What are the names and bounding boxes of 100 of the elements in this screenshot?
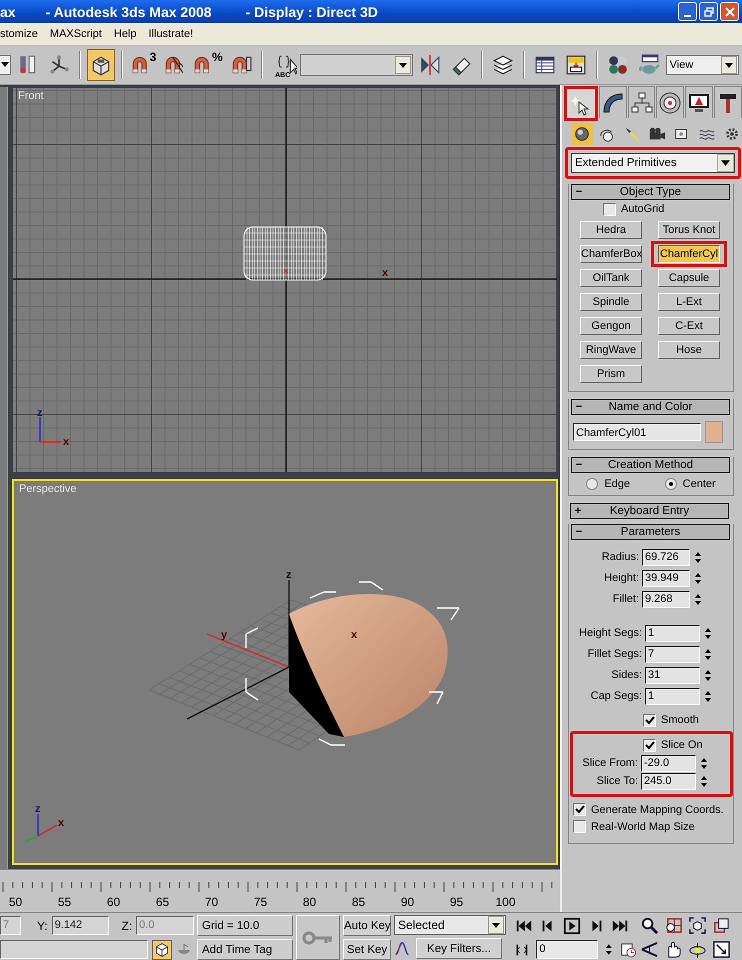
number-field[interactable]: 31 (645, 666, 700, 684)
number-field[interactable]: -29.0 (641, 754, 696, 772)
spinner-icon[interactable] (693, 550, 703, 564)
object-type-button[interactable]: Hose (658, 341, 720, 359)
minimize-icon (684, 14, 691, 16)
color-swatch[interactable] (705, 421, 723, 443)
coordinate-field[interactable]: 9.142 (52, 916, 110, 935)
name-field[interactable]: ChamferCyl01 (573, 423, 701, 441)
object-type-button[interactable]: Prism (580, 365, 642, 383)
restore-icon (704, 6, 714, 16)
minimize-button[interactable] (678, 2, 697, 21)
toolbar-button[interactable]: % (191, 49, 224, 81)
restore-button[interactable] (699, 2, 718, 21)
radio-button[interactable] (664, 478, 677, 490)
pivot-mark (284, 268, 288, 274)
orbit-icon[interactable] (688, 940, 707, 959)
radio-button[interactable] (586, 478, 598, 490)
spinner-icon[interactable] (703, 668, 713, 682)
number-field[interactable]: 39.949 (642, 570, 690, 586)
close-button[interactable] (720, 2, 739, 21)
object-type-button[interactable]: Torus Knot (658, 221, 720, 239)
zoom-extents-all-icon[interactable] (712, 916, 731, 935)
field-of-view-icon[interactable] (640, 940, 659, 959)
category-button[interactable] (572, 123, 593, 145)
key-filters-button[interactable]: Key Filters... (416, 938, 502, 959)
checkbox-label: Smooth (661, 714, 699, 726)
menu-item[interactable]: MAXScript (50, 28, 102, 40)
spinner-icon[interactable] (699, 774, 709, 788)
maximize-icon[interactable] (712, 940, 731, 959)
auto-key-button[interactable]: Auto Key (343, 915, 391, 936)
object-type-button[interactable]: Spindle (580, 293, 642, 311)
spinner-icon[interactable] (693, 592, 703, 606)
play-icon[interactable] (563, 916, 581, 934)
toolbar-button[interactable] (86, 49, 115, 81)
panel-tab[interactable] (685, 86, 714, 118)
checkbox[interactable] (603, 202, 616, 216)
viewport[interactable]: Front x z x (12, 87, 558, 473)
rollout-header[interactable]: + Keyboard Entry (570, 503, 729, 519)
panel-tab[interactable] (598, 86, 627, 118)
number-field[interactable]: 69.726 (642, 548, 690, 566)
spinner-icon[interactable] (693, 570, 703, 586)
axis-gizmo-icon (48, 54, 70, 76)
rollout-header[interactable]: − Parameters (571, 524, 730, 540)
selection-set-dropdown[interactable] (300, 54, 413, 76)
object-type-button[interactable]: ChamferCyl (658, 245, 720, 263)
object-type-button[interactable]: Hedra (580, 221, 642, 239)
checkbox[interactable] (573, 820, 586, 833)
menu-item[interactable]: Illustrate! (148, 28, 194, 40)
zoom-icon[interactable] (640, 916, 659, 935)
category-dropdown[interactable]: Extended Primitives (571, 153, 735, 173)
panel-tab[interactable] (714, 86, 742, 118)
zoom-all-icon[interactable] (664, 916, 683, 935)
panel-tab[interactable] (628, 86, 656, 118)
set-key-button[interactable] (296, 915, 340, 960)
spinner-icon[interactable] (703, 626, 713, 640)
menu-item[interactable]: Help (114, 28, 136, 40)
toggle-button[interactable] (152, 940, 172, 960)
viewport[interactable]: Perspective z y x z x (12, 479, 558, 865)
number-field[interactable]: 7 (645, 646, 700, 662)
panel-tab[interactable] (564, 86, 598, 121)
object-type-button[interactable]: ChamferBox (580, 245, 642, 263)
dropdown-edge[interactable] (0, 55, 11, 75)
spinner-icon[interactable] (703, 688, 713, 704)
axis-label: x (63, 436, 70, 448)
frame-number: 80 (302, 895, 318, 909)
object-type-button[interactable]: RingWave (580, 341, 642, 359)
rollout-header[interactable]: − Object Type (571, 184, 730, 200)
time-tag-button[interactable]: Add Time Tag (197, 939, 293, 960)
spinner-icon[interactable] (604, 942, 614, 957)
view-dropdown[interactable]: View (666, 55, 739, 75)
rollout-header[interactable]: − Creation Method (571, 457, 730, 473)
spinner-icon[interactable] (703, 646, 713, 662)
number-field[interactable]: 245.0 (641, 772, 696, 790)
input-field[interactable] (0, 940, 148, 959)
frame-field[interactable]: 0 (536, 940, 598, 959)
toolbar-button[interactable]: 3 (128, 49, 158, 81)
number-field[interactable]: 1 (645, 624, 700, 642)
rollout-header[interactable]: − Name and Color (571, 399, 730, 415)
object-type-button[interactable]: C-Ext (658, 317, 720, 335)
object-type-button[interactable]: Capsule (658, 269, 720, 287)
key-mode-dropdown[interactable]: Selected (394, 915, 506, 935)
object-type-button[interactable]: OilTank (580, 269, 642, 287)
object-type-button[interactable]: L-Ext (658, 293, 720, 311)
spinner-icon[interactable] (699, 756, 709, 770)
axis-label: x (382, 267, 388, 279)
axis-tripod-icon (39, 417, 61, 443)
checkbox[interactable] (643, 738, 656, 752)
object-type-button[interactable]: Gengon (580, 317, 642, 335)
panel-tab[interactable] (656, 86, 684, 118)
zoom-extents-icon[interactable] (688, 916, 707, 935)
key-mode-icon[interactable] (515, 942, 530, 958)
menu-item[interactable]: stomize (0, 28, 38, 40)
mirror-icon (418, 54, 441, 76)
checkbox[interactable] (643, 714, 656, 726)
checkbox[interactable] (573, 803, 586, 816)
number-field[interactable]: 1 (645, 688, 700, 704)
time-config-icon[interactable] (620, 940, 637, 958)
field-label: Slice To: (596, 775, 638, 787)
set-key-toggle[interactable]: Set Key (343, 939, 391, 960)
number-field[interactable]: 9.268 (642, 590, 690, 608)
